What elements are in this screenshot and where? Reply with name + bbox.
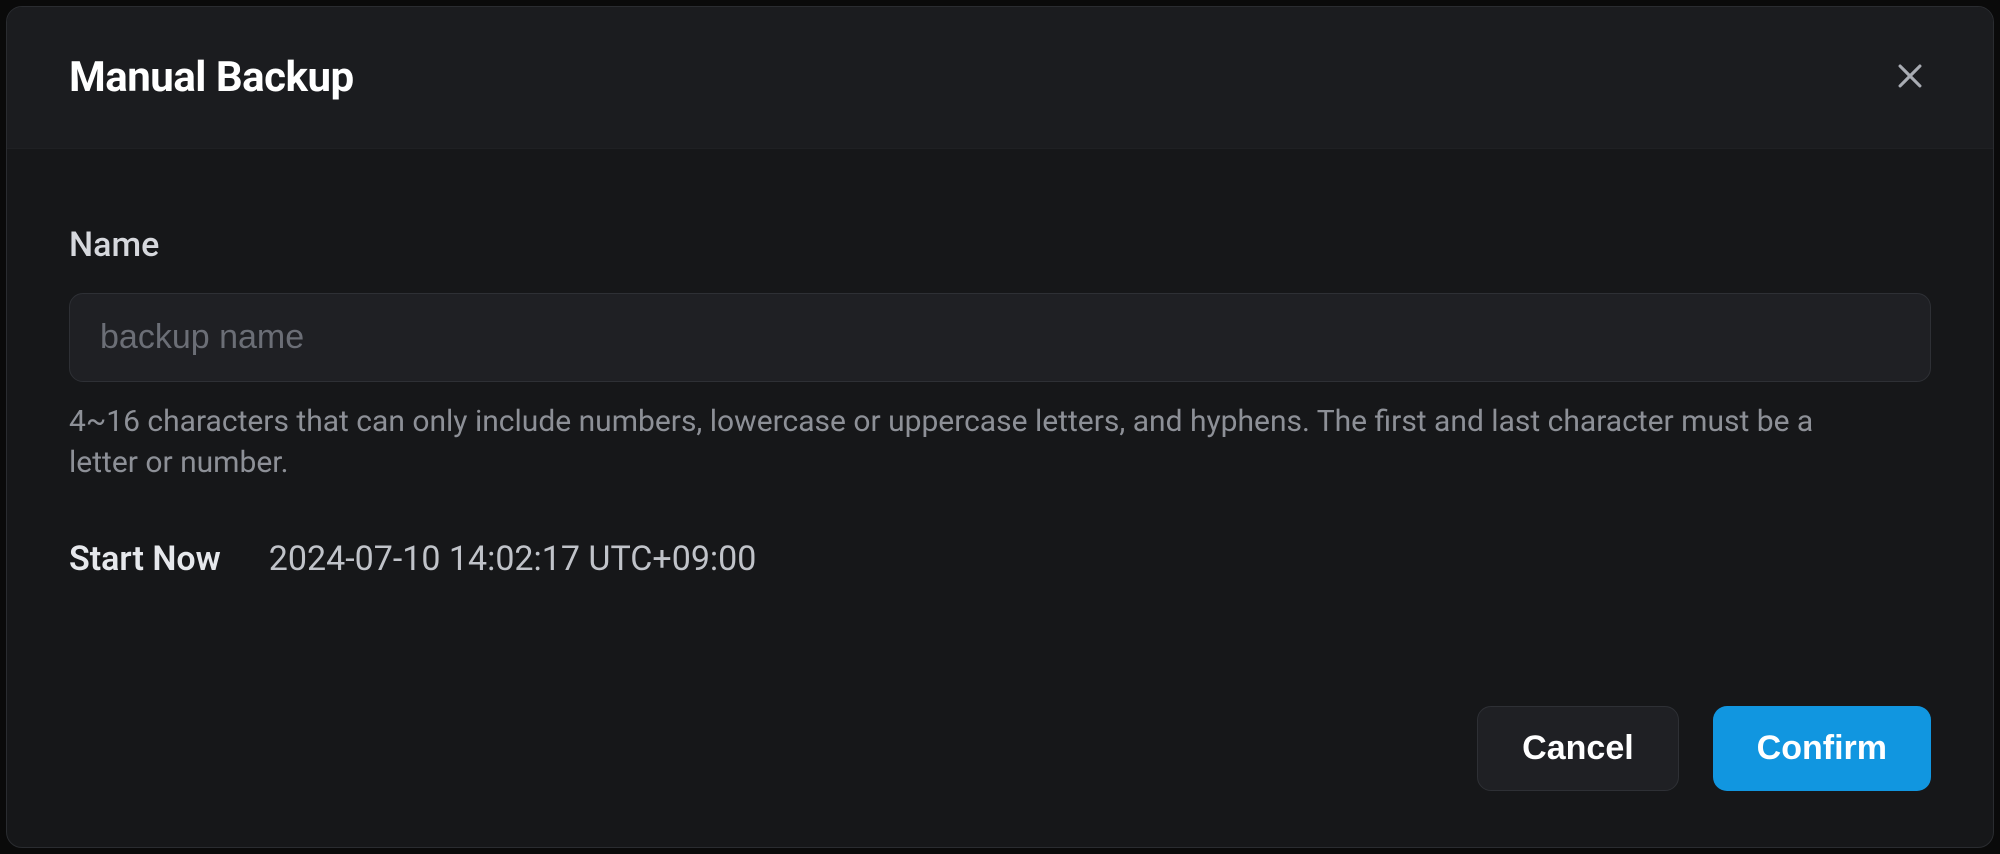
dialog-title: Manual Backup: [69, 53, 354, 102]
confirm-button[interactable]: Confirm: [1713, 706, 1931, 791]
name-helper-text: 4~16 characters that can only include nu…: [69, 402, 1849, 483]
close-button[interactable]: [1889, 55, 1931, 100]
cancel-button[interactable]: Cancel: [1477, 706, 1679, 791]
start-now-label: Start Now: [69, 539, 221, 579]
start-now-row: Start Now 2024-07-10 14:02:17 UTC+09:00: [69, 539, 1931, 579]
dialog-footer: Cancel Confirm: [7, 706, 1993, 847]
name-input[interactable]: [69, 293, 1931, 382]
start-now-value: 2024-07-10 14:02:17 UTC+09:00: [269, 539, 757, 579]
dialog-body: Name 4~16 characters that can only inclu…: [7, 149, 1993, 706]
dialog-header: Manual Backup: [7, 7, 1993, 149]
name-label: Name: [69, 225, 1931, 265]
close-icon: [1893, 59, 1927, 96]
manual-backup-dialog: Manual Backup Name 4~16 characters that …: [6, 6, 1994, 848]
